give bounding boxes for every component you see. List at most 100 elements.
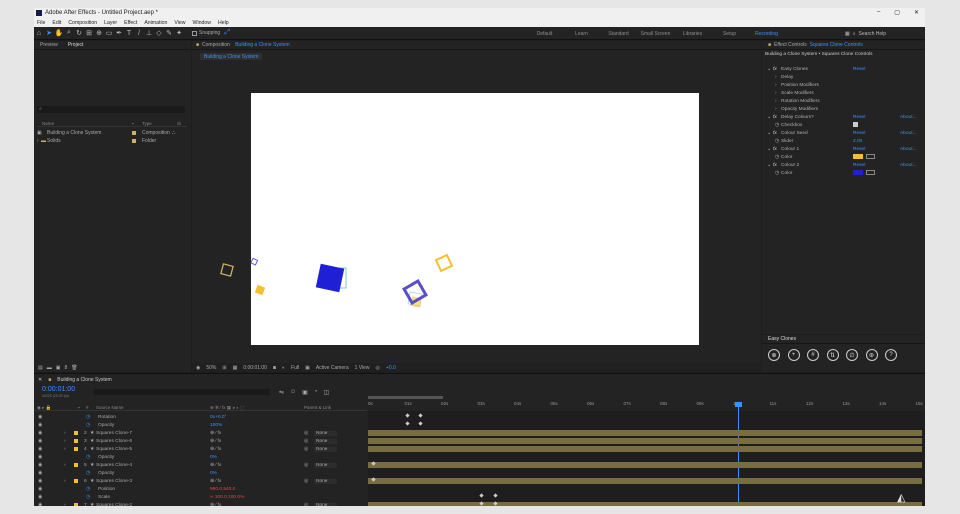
layer-name[interactable]: Squares Clone-2 bbox=[96, 503, 132, 507]
visibility-eye-icon[interactable]: ◉ bbox=[38, 471, 42, 476]
effect-row[interactable]: › Rotation Modifiers bbox=[765, 97, 923, 105]
layer-switches-icon[interactable]: ⊕ ∕ fx bbox=[210, 447, 221, 452]
effect-about-link[interactable]: About... bbox=[900, 147, 917, 152]
brush-tool-icon[interactable]: / bbox=[134, 28, 144, 39]
clone-help-button[interactable]: ? bbox=[885, 349, 897, 361]
delete-icon[interactable]: 🗑 bbox=[71, 365, 77, 371]
current-time[interactable]: 0:00:01:00 bbox=[243, 365, 267, 371]
layer-switches-icon[interactable]: ⊕ ∕ fx bbox=[210, 463, 221, 468]
menu-help[interactable]: Help bbox=[218, 20, 229, 26]
eyedropper-icon[interactable] bbox=[866, 154, 875, 159]
expand-arrow-icon[interactable]: › bbox=[775, 107, 777, 112]
menu-view[interactable]: View bbox=[174, 20, 185, 26]
minimize-button[interactable]: – bbox=[877, 9, 880, 16]
rectangle-tool-icon[interactable]: ▭ bbox=[104, 28, 114, 39]
pick-whip-icon[interactable]: ◎ bbox=[304, 439, 308, 444]
project-search-input[interactable]: ⌕ bbox=[37, 106, 185, 113]
expand-arrow-icon[interactable]: ◷ bbox=[775, 171, 779, 176]
fx-icon[interactable]: fx bbox=[773, 163, 777, 168]
snapping-checkbox[interactable] bbox=[192, 30, 197, 36]
stopwatch-icon[interactable]: ◷ bbox=[86, 495, 90, 500]
new-composition-icon[interactable]: ▣ bbox=[56, 365, 61, 371]
collapse-arrow-icon[interactable]: ⌄ bbox=[767, 147, 771, 152]
puppet-tool-icon[interactable]: ✦ bbox=[174, 28, 184, 39]
project-item-folder[interactable]: › ▬ Solids Folder bbox=[37, 137, 187, 145]
clone-settings-button[interactable]: ⊛ bbox=[865, 349, 878, 361]
expand-arrow-icon[interactable]: › bbox=[775, 99, 777, 104]
visibility-eye-icon[interactable]: ◉ bbox=[38, 431, 42, 436]
property-value[interactable]: 960.0,540.0 bbox=[210, 487, 235, 492]
workspace-learn[interactable]: Learn bbox=[563, 31, 600, 37]
current-time-indicator[interactable] bbox=[738, 404, 739, 506]
expand-arrow-icon[interactable]: › bbox=[64, 503, 66, 507]
parent-select[interactable]: None bbox=[314, 462, 338, 468]
property-value[interactable]: 0x+0.0° bbox=[210, 415, 226, 420]
timeline-search-input[interactable] bbox=[94, 389, 270, 395]
property-row[interactable]: ◉ ◷ Position 960.0,540.0 bbox=[34, 485, 367, 493]
layer-row[interactable]: ◉ › 2 ★ Squares Clone-7 ⊕ ∕ fx ◎ None bbox=[34, 429, 367, 437]
effect-about-link[interactable]: About... bbox=[900, 131, 917, 136]
comp-flow-icon[interactable]: ⇋ bbox=[279, 389, 284, 396]
property-value[interactable]: 0% bbox=[210, 455, 217, 460]
interpret-footage-icon[interactable]: ▤ bbox=[38, 365, 43, 371]
visibility-eye-icon[interactable]: ◉ bbox=[38, 423, 42, 428]
parent-select[interactable]: None bbox=[314, 438, 338, 444]
workspace-default[interactable]: Default bbox=[526, 31, 563, 37]
expand-arrow-icon[interactable]: › bbox=[64, 463, 66, 468]
view-layout-select[interactable]: 1 View bbox=[355, 365, 370, 371]
square-clone-blue[interactable] bbox=[315, 263, 345, 293]
layer-label-swatch[interactable] bbox=[74, 463, 78, 467]
layer-name[interactable]: Position bbox=[98, 487, 115, 492]
workspace-setup[interactable]: Setup bbox=[711, 31, 748, 37]
layer-name[interactable]: Opacity bbox=[98, 471, 114, 476]
label-color-swatch[interactable] bbox=[132, 131, 136, 135]
layer-label-swatch[interactable] bbox=[74, 479, 78, 483]
menu-layer[interactable]: Layer bbox=[104, 20, 117, 26]
lock-icon[interactable]: ■ bbox=[768, 42, 771, 48]
collapse-arrow-icon[interactable]: ⌄ bbox=[767, 131, 771, 136]
close-button[interactable]: ✕ bbox=[914, 9, 919, 16]
column-number[interactable]: # bbox=[86, 405, 89, 410]
region-icon[interactable]: ⊞ bbox=[222, 365, 226, 371]
pen-tool-icon[interactable]: ✒ bbox=[114, 28, 124, 39]
layer-duration-bar[interactable] bbox=[368, 430, 922, 436]
property-value[interactable]: ∞ 100.0,100.0% bbox=[210, 495, 244, 500]
layer-row[interactable]: ◉ › 3 ★ Squares Clone-6 ⊕ ∕ fx ◎ None bbox=[34, 437, 367, 445]
timeline-timecode[interactable]: 0:00:01:00 bbox=[42, 386, 75, 393]
collapse-arrow-icon[interactable]: ⌄ bbox=[767, 67, 771, 72]
layer-name[interactable]: Squares Clone-6 bbox=[96, 439, 132, 444]
new-folder-icon[interactable]: ▬ bbox=[47, 365, 52, 371]
menu-composition[interactable]: Composition bbox=[68, 20, 97, 26]
pick-whip-icon[interactable]: ◎ bbox=[304, 463, 308, 468]
layer-row[interactable]: ◉ › 5 ★ Squares Clone-4 ⊕ ∕ fx ◎ None bbox=[34, 461, 367, 469]
resolution-select[interactable]: Full bbox=[291, 365, 299, 371]
effect-row[interactable]: ◷ Checkbox bbox=[765, 121, 923, 129]
effect-row[interactable]: ⌄ fx Delay Colours? Reset About... bbox=[765, 113, 923, 121]
clone-remove-button[interactable]: ⊗ bbox=[768, 349, 780, 361]
clone-stamp-tool-icon[interactable]: ⊥ bbox=[144, 28, 154, 39]
expand-arrow-icon[interactable]: › bbox=[64, 479, 66, 484]
layer-name[interactable]: Opacity bbox=[98, 423, 114, 428]
time-ruler[interactable]: 0s01s02s03s04s05s06s07s08s09s10s11s12s13… bbox=[368, 398, 925, 411]
expand-arrow-icon[interactable]: › bbox=[775, 75, 777, 80]
parent-select[interactable]: None bbox=[314, 502, 338, 506]
property-row[interactable]: ◉ ◷ Scale ∞ 100.0,100.0% bbox=[34, 493, 367, 501]
keyframe-marker[interactable] bbox=[405, 413, 410, 418]
layer-name[interactable]: Opacity bbox=[98, 455, 114, 460]
pick-whip-icon[interactable]: ◎ bbox=[304, 447, 308, 452]
collapse-arrow-icon[interactable]: ⌄ bbox=[767, 163, 771, 168]
expand-arrow-icon[interactable]: › bbox=[64, 439, 66, 444]
expand-arrow-icon[interactable]: ◷ bbox=[775, 123, 779, 128]
layer-duration-bar[interactable] bbox=[368, 438, 922, 444]
column-type[interactable]: Type bbox=[142, 121, 177, 126]
motion-blur-icon[interactable]: ◔ bbox=[314, 389, 318, 396]
workspace-recording[interactable]: Recording bbox=[748, 31, 785, 37]
shy-icon[interactable]: ☺ bbox=[290, 389, 296, 396]
effect-row[interactable]: ⌄ fx Easy Clones Reset bbox=[765, 65, 923, 73]
column-parent[interactable]: Parent & Link bbox=[304, 405, 331, 410]
pick-whip-icon[interactable]: ◎ bbox=[304, 479, 308, 484]
hand-tool-icon[interactable]: ✋ bbox=[54, 28, 64, 39]
eyedropper-icon[interactable] bbox=[866, 170, 875, 175]
pan-behind-tool-icon[interactable]: ⊕ bbox=[94, 28, 104, 39]
effect-about-link[interactable]: About... bbox=[900, 163, 917, 168]
